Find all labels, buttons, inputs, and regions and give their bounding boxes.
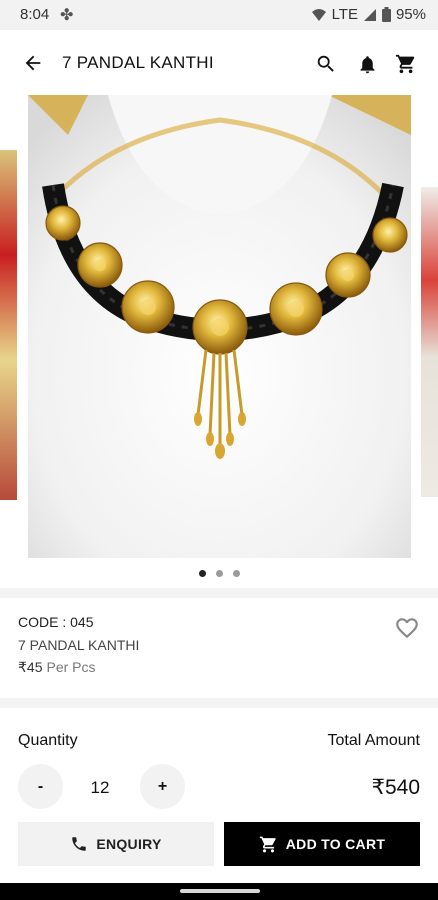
product-image[interactable] (28, 95, 411, 558)
section-divider (0, 698, 438, 708)
quantity-value: 12 (90, 778, 110, 797)
favorite-button[interactable] (394, 615, 420, 641)
total-amount-value: ₹540 (371, 776, 420, 799)
product-info: CODE : 045 7 PANDAL KANTHI ₹45 Per Pcs (0, 600, 438, 698)
add-to-cart-label: ADD TO CART (285, 836, 386, 852)
search-icon (317, 55, 334, 72)
phone-icon (72, 837, 87, 851)
wifi-icon (311, 8, 326, 21)
system-navigation-bar (0, 883, 438, 900)
carousel-indicator (0, 570, 438, 580)
necklace-image (28, 95, 411, 558)
cart-button[interactable] (393, 51, 419, 77)
product-image-carousel[interactable] (0, 95, 438, 565)
heart-icon (396, 618, 418, 639)
bell-icon (360, 55, 374, 73)
enquiry-button[interactable]: ENQUIRY (18, 822, 214, 866)
add-to-cart-button[interactable]: ADD TO CART (224, 822, 420, 866)
product-code: CODE : 045 (18, 614, 94, 630)
quantity-section: Quantity Total Amount - 12 + ₹540 ENQUIR… (0, 708, 438, 883)
carousel-dot[interactable] (232, 570, 240, 577)
back-button[interactable] (18, 48, 48, 78)
battery-icon (381, 7, 391, 22)
product-name: 7 PANDAL KANTHI (18, 637, 140, 653)
enquiry-label: ENQUIRY (96, 836, 162, 852)
status-bar: 8:04 ✤ LTE 95% (0, 0, 438, 30)
home-handle[interactable] (180, 889, 260, 893)
cart-icon (395, 54, 415, 74)
status-time: 8:04 (20, 6, 50, 23)
carousel-dot[interactable] (198, 570, 206, 577)
page-title: 7 PANDAL KANTHI (62, 53, 214, 72)
total-amount-label: Total Amount (327, 732, 421, 749)
carousel-dot[interactable] (215, 570, 223, 577)
battery-label: 95% (395, 6, 426, 23)
status-indicators: LTE 95% (311, 6, 426, 23)
quantity-label: Quantity (18, 732, 78, 749)
cart-icon (259, 836, 276, 852)
price-value: ₹45 (18, 659, 43, 675)
next-slide-preview[interactable] (421, 187, 438, 497)
notifications-button[interactable] (354, 51, 380, 77)
app-bar: 7 PANDAL KANTHI (0, 30, 438, 96)
fan-icon: ✤ (60, 7, 74, 24)
product-price: ₹45 Per Pcs (18, 659, 96, 676)
network-label: LTE (331, 6, 358, 23)
arrow-left-icon (25, 55, 41, 71)
signal-icon (363, 8, 376, 21)
increase-quantity-button[interactable]: + (140, 764, 185, 809)
search-button[interactable] (313, 51, 339, 77)
previous-slide-preview[interactable] (0, 150, 17, 500)
price-unit: Per Pcs (46, 659, 96, 675)
section-divider (0, 588, 438, 598)
decrease-quantity-button[interactable]: - (18, 764, 63, 809)
